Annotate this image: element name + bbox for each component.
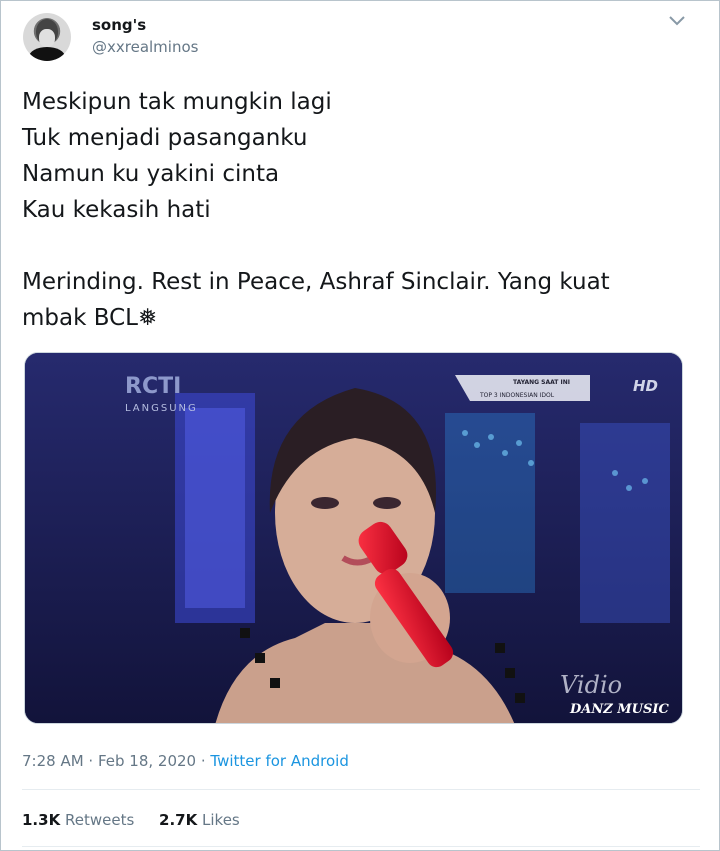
- retweets-stat[interactable]: 1.3K Retweets: [22, 811, 134, 829]
- meta-separator: ·: [83, 752, 98, 770]
- tweet-text: Meskipun tak mungkin lagi Tuk menjadi pa…: [22, 84, 682, 336]
- watermark-danz: DANZ MUSIC: [569, 702, 669, 717]
- tweet-source-link[interactable]: Twitter for Android: [210, 752, 348, 770]
- tweet-meta: 7:28 AM · Feb 18, 2020 · Twitter for And…: [22, 752, 349, 770]
- divider: [22, 789, 700, 790]
- retweets-label: Retweets: [64, 811, 135, 829]
- tweet-text-line: mbak BCL❅: [22, 305, 158, 331]
- retweets-count: 1.3K: [22, 811, 61, 829]
- likes-stat[interactable]: 2.7K Likes: [159, 811, 240, 829]
- banner-top: TAYANG SAAT INI: [513, 379, 570, 386]
- tweet-text-line: Meskipun tak mungkin lagi: [22, 89, 332, 115]
- meta-separator: ·: [196, 752, 211, 770]
- tweet-text-line: Merinding. Rest in Peace, Ashraf Sinclai…: [22, 269, 610, 295]
- tweet-stats: 1.3K Retweets 2.7K Likes: [22, 811, 260, 829]
- likes-count: 2.7K: [159, 811, 198, 829]
- hd-badge: HD: [633, 377, 658, 395]
- avatar[interactable]: [23, 13, 71, 61]
- watermark-vidio: Vidio: [560, 671, 622, 699]
- banner-bottom: TOP 3 INDONESIAN IDOL: [479, 392, 555, 399]
- chevron-down-icon[interactable]: [668, 14, 686, 28]
- tweet-text-line: Kau kekasih hati: [22, 197, 211, 223]
- channel-logo: RCTI: [125, 374, 181, 399]
- user-handle[interactable]: @xxrealminos: [92, 38, 198, 56]
- tweet-text-line: Tuk menjadi pasanganku: [22, 125, 308, 151]
- tweet-date[interactable]: Feb 18, 2020: [98, 752, 196, 770]
- tweet-text-line: Namun ku yakini cinta: [22, 161, 280, 187]
- likes-label: Likes: [202, 811, 240, 829]
- tweet-media-video[interactable]: RCTI LANGSUNG TAYANG SAAT INI TOP 3 INDO…: [24, 352, 683, 724]
- display-name[interactable]: song's: [92, 16, 146, 34]
- tweet-time[interactable]: 7:28 AM: [22, 752, 84, 770]
- divider: [22, 846, 700, 847]
- live-label: LANGSUNG: [125, 403, 198, 414]
